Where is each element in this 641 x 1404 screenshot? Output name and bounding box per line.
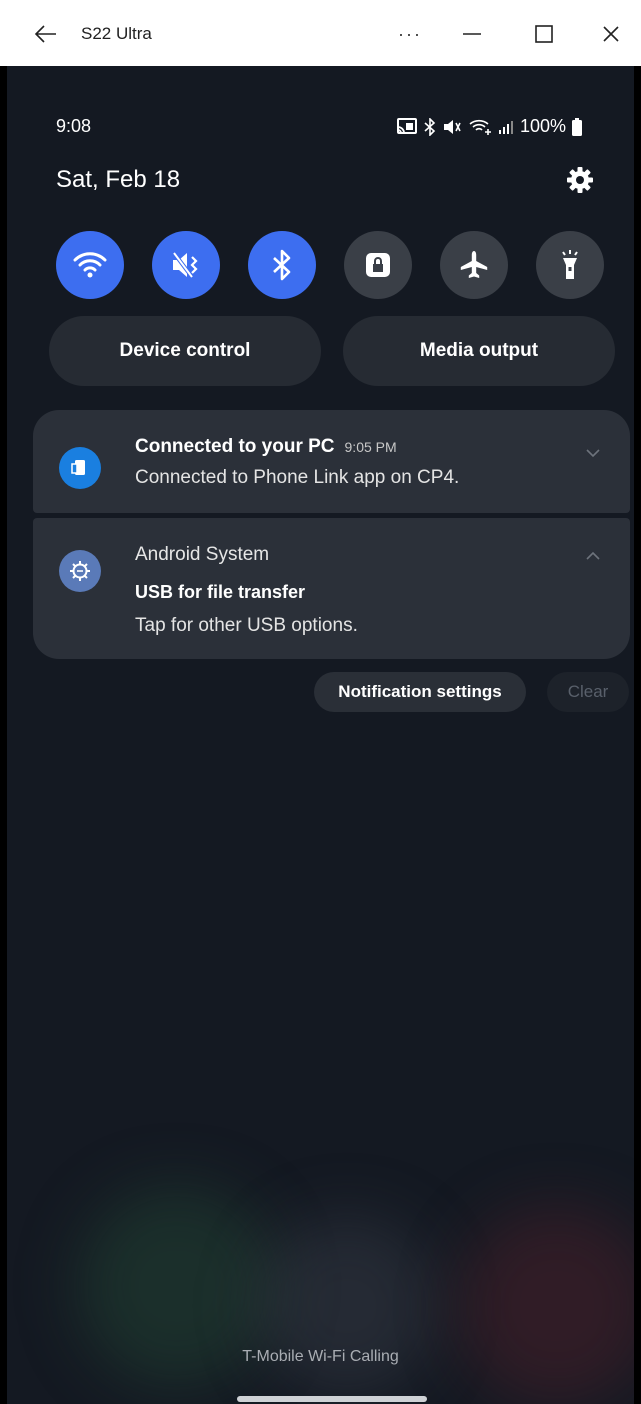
notification-app-name: Android System	[135, 544, 270, 565]
bluetooth-icon	[273, 249, 291, 281]
airplane-mode-toggle[interactable]	[440, 231, 508, 299]
wifi-toggle[interactable]	[56, 231, 124, 299]
airplane-icon	[460, 251, 488, 278]
mute-status-icon	[444, 119, 461, 134]
flashlight-icon	[562, 250, 578, 279]
settings-gear-icon[interactable]	[564, 164, 596, 196]
wifi-calling-status-icon	[469, 119, 491, 135]
carrier-label: T-Mobile Wi-Fi Calling	[242, 1348, 399, 1365]
notification-connected-pc[interactable]: Connected to your PC 9:05 PM Connected to…	[33, 410, 630, 513]
close-button[interactable]	[589, 14, 633, 54]
device-frame-right	[634, 66, 641, 1404]
notification-title: Connected to your PC	[135, 436, 335, 457]
ambient-glow-red	[457, 1206, 634, 1404]
cast-icon	[397, 117, 417, 134]
rotation-lock-toggle[interactable]	[344, 231, 412, 299]
notification-subtitle: USB for file transfer	[135, 582, 306, 602]
bluetooth-status-icon	[424, 117, 436, 136]
notification-text: Connected to Phone Link app on CP4.	[135, 467, 460, 488]
lock-icon	[366, 253, 390, 277]
chevron-down-icon[interactable]	[583, 443, 603, 463]
device-control-button[interactable]: Device control	[49, 316, 321, 386]
more-options-button[interactable]: ···	[388, 14, 432, 54]
phone-screen: 9:08 100% Sat, Feb 18 Device control Med…	[7, 66, 634, 1404]
notification-time: 9:05 PM	[344, 439, 397, 455]
back-arrow-icon[interactable]	[30, 18, 62, 50]
phone-link-icon	[59, 447, 101, 489]
mute-icon	[172, 251, 198, 279]
bluetooth-toggle[interactable]	[248, 231, 316, 299]
window-title: S22 Ultra	[81, 24, 152, 43]
window-titlebar: S22 Ultra ···	[0, 0, 641, 66]
device-frame-left	[0, 66, 7, 1404]
status-icons: 100%	[396, 116, 583, 137]
home-indicator[interactable]	[237, 1396, 427, 1402]
date-label: Sat, Feb 18	[56, 166, 181, 193]
media-output-button[interactable]: Media output	[343, 316, 615, 386]
signal-icon	[499, 120, 513, 134]
minimize-button[interactable]	[450, 14, 494, 54]
sound-mode-toggle[interactable]	[152, 231, 220, 299]
status-time: 9:08	[56, 116, 92, 136]
android-system-icon	[59, 550, 101, 592]
flashlight-toggle[interactable]	[536, 231, 604, 299]
battery-percent: 100%	[520, 116, 567, 136]
ambient-glow-gray	[257, 1216, 437, 1396]
notification-text: Tap for other USB options.	[135, 615, 358, 636]
maximize-button[interactable]	[522, 14, 566, 54]
chevron-up-icon[interactable]	[583, 546, 603, 566]
wifi-icon	[73, 252, 107, 278]
clear-button[interactable]: Clear	[547, 672, 629, 712]
notification-usb[interactable]: Android System USB for file transfer Tap…	[33, 518, 630, 659]
notification-settings-button[interactable]: Notification settings	[314, 672, 526, 712]
battery-icon	[572, 117, 583, 136]
